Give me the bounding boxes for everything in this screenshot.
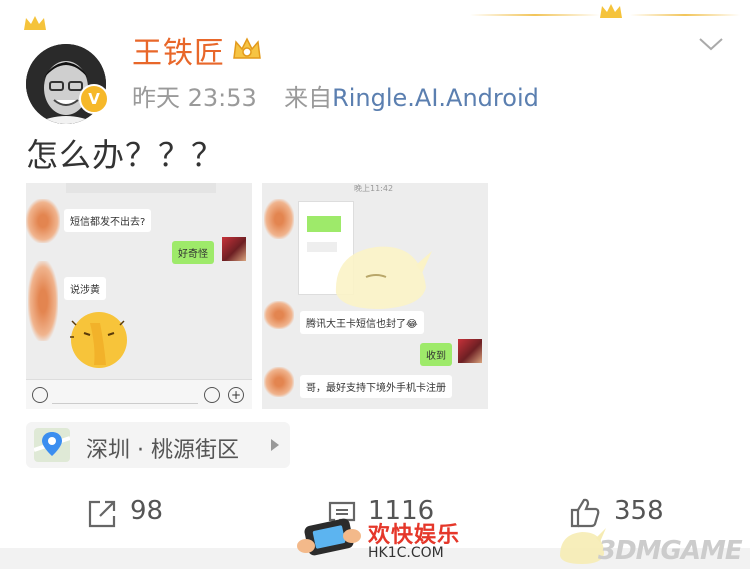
post-image-2[interactable]: 晚上11:42 腾讯大王卡短信也封了😂 收到 哥，最好支持下境外手机卡注册 [262,183,488,409]
input-bar: + [26,379,252,409]
blurred-avatar [264,367,294,397]
blurred-avatar [264,199,294,239]
contact-avatar [458,339,482,363]
chevron-down-icon[interactable] [697,34,725,54]
share-count: 98 [130,496,164,526]
chat-bubble: 哥，最好支持下境外手机卡注册 [300,375,452,398]
status-bar [66,183,216,193]
triangle-right-icon [271,439,279,451]
map-pin-icon [34,428,70,462]
text-field [52,385,198,404]
blurred-avatar [28,261,58,341]
blurred-avatar [264,301,294,329]
source-link[interactable]: Ringle.AI.Android [332,84,539,112]
facepalm-emoji-icon [70,312,127,368]
post-image-1[interactable]: 短信都发不出去? 好奇怪 说涉黄 + [26,183,252,409]
share-icon [88,500,116,528]
location-label: 深圳 · 桃源街区 [86,438,239,463]
header-decoration-line [630,14,740,16]
hk-watermark-domain: HK1C.COM [368,545,444,561]
post-meta: 昨天 23:53 来自Ringle.AI.Android [132,78,539,113]
voice-icon [32,387,48,403]
post-text: 怎么办？？？ [26,136,225,174]
game-controller-watermark-icon [297,518,361,556]
crown-icon [24,16,46,30]
verified-badge-icon: V [79,84,109,114]
post-time: 昨天 23:53 [132,84,257,112]
share-button[interactable]: 98 [86,494,206,534]
source-prefix: 来自 [284,84,333,112]
like-count: 358 [614,496,664,526]
username[interactable]: 王铁匠 [132,28,225,72]
emoji-icon [204,387,220,403]
plus-icon: + [228,387,244,403]
chat-time-header: 晚上11:42 [354,184,394,193]
vip-crown-icon [233,37,261,59]
chat-bubble: 短信都发不出去? [64,209,152,232]
contact-avatar [222,237,246,261]
chat-bubble: 腾讯大王卡短信也封了😂 [300,311,424,334]
location-tag[interactable]: 深圳 · 桃源街区 [26,422,290,468]
chat-bubble: 说涉黄 [64,277,106,300]
chat-bubble: 好奇怪 [172,241,214,264]
blurred-avatar [26,199,60,243]
sticker-mascot-icon [335,246,432,309]
header-decoration-line [470,14,600,16]
chat-bubble: 收到 [420,343,452,366]
3dm-watermark: 3DMGAME [598,536,743,566]
crown-icon [600,4,622,18]
